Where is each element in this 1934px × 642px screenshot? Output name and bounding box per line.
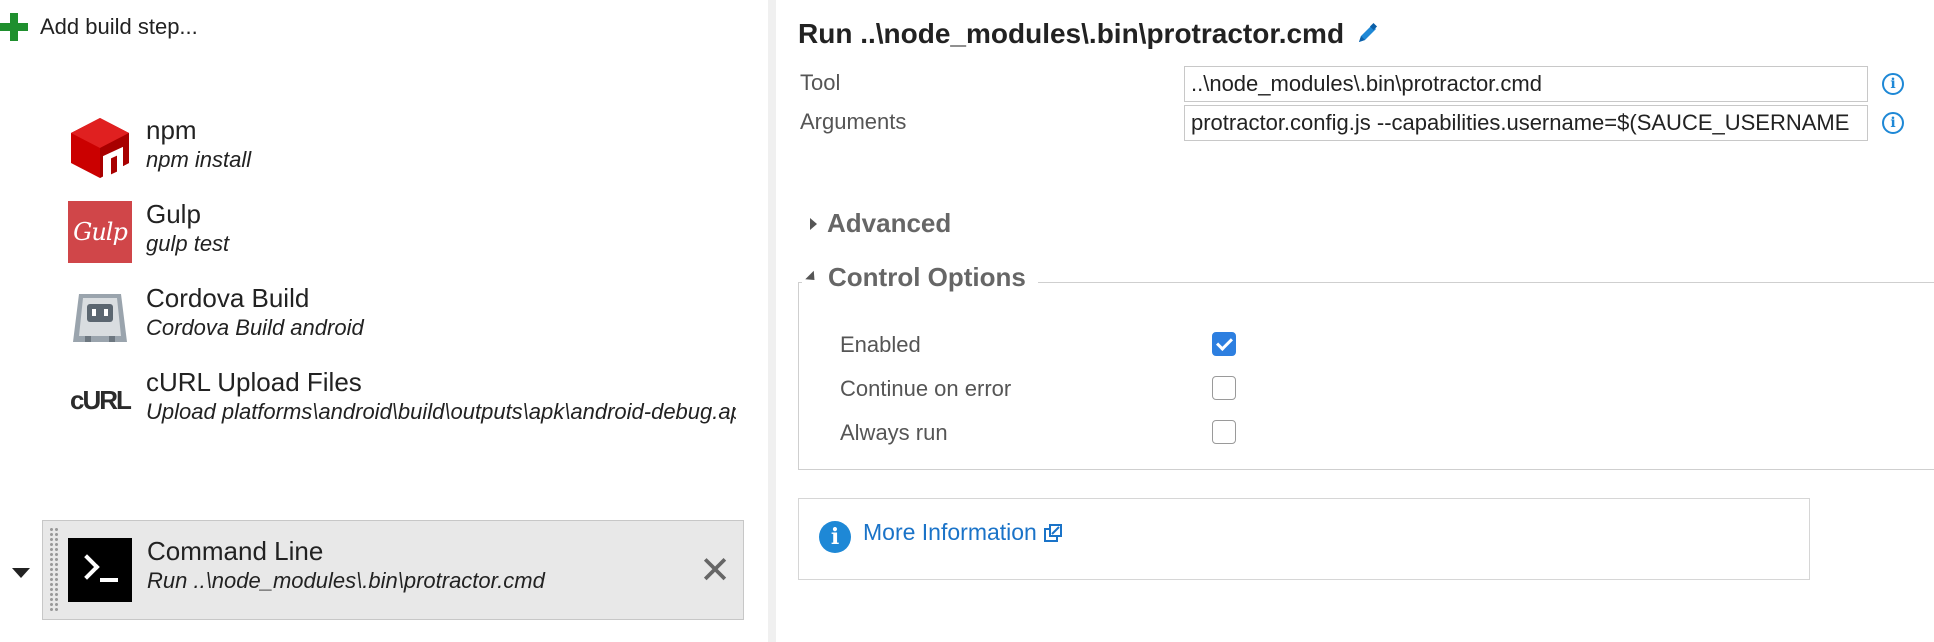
advanced-label: Advanced <box>827 208 952 238</box>
add-build-step-button[interactable]: Add build step... <box>0 12 198 42</box>
close-icon: ✕ <box>699 550 731 592</box>
arguments-row: Arguments i <box>800 105 1910 141</box>
step-details-title: Run ..\node_modules\.bin\protractor.cmd <box>798 18 1380 50</box>
curl-icon: cURL <box>68 368 132 432</box>
advanced-section-toggle[interactable]: Advanced <box>810 208 951 239</box>
info-icon[interactable]: i <box>1882 73 1904 95</box>
build-steps-panel: Add build step... npm npm install Gulp G… <box>0 0 768 642</box>
step-title: npm <box>146 115 197 145</box>
build-step-command-line[interactable]: Command Line Run ..\node_modules\.bin\pr… <box>42 520 744 620</box>
expand-arrow-icon[interactable] <box>12 568 30 578</box>
option-continue-on-error: Continue on error <box>840 374 1340 406</box>
option-enabled: Enabled <box>840 330 1340 362</box>
continue-on-error-checkbox[interactable] <box>1212 376 1236 400</box>
step-title: Cordova Build <box>146 283 310 313</box>
more-information-box: i More Information <box>798 498 1810 580</box>
step-title: cURL Upload Files <box>146 367 362 397</box>
gulp-icon: Gulp <box>68 200 132 264</box>
drag-handle[interactable] <box>49 527 59 613</box>
control-options-toggle[interactable]: Control Options <box>802 262 1038 293</box>
cordova-icon <box>68 284 132 348</box>
more-information-label: More Information <box>863 519 1037 545</box>
option-label: Continue on error <box>840 376 1012 401</box>
option-label: Enabled <box>840 332 921 357</box>
gulp-logo-text: Gulp <box>68 201 132 263</box>
collapsed-arrow-icon <box>810 217 817 230</box>
step-details-title-text: Run ..\node_modules\.bin\protractor.cmd <box>798 18 1345 49</box>
info-icon: i <box>819 521 851 553</box>
panel-divider[interactable] <box>768 0 776 642</box>
enabled-checkbox[interactable] <box>1212 332 1236 356</box>
expanded-arrow-icon <box>805 270 819 285</box>
always-run-checkbox[interactable] <box>1212 420 1236 444</box>
step-subtitle: Run ..\node_modules\.bin\protractor.cmd <box>147 568 545 593</box>
arguments-label: Arguments <box>800 109 907 134</box>
step-details-panel: Run ..\node_modules\.bin\protractor.cmd … <box>776 0 1934 642</box>
tool-input[interactable] <box>1184 66 1868 102</box>
plus-icon <box>0 13 28 41</box>
pencil-icon[interactable] <box>1354 21 1380 47</box>
terminal-icon <box>68 538 132 602</box>
control-options-label: Control Options <box>828 262 1026 292</box>
step-subtitle: Upload platforms\android\build\outputs\a… <box>146 399 736 424</box>
option-always-run: Always run <box>840 418 1340 450</box>
tool-label: Tool <box>800 70 841 95</box>
tool-row: Tool i <box>800 66 1910 102</box>
remove-step-button[interactable]: ✕ <box>697 550 733 592</box>
step-subtitle: npm install <box>146 147 252 172</box>
build-step-curl[interactable]: cURL cURL Upload Files Upload platforms\… <box>42 346 742 446</box>
add-build-step-label: Add build step... <box>40 14 198 39</box>
step-title: Command Line <box>147 536 324 566</box>
option-label: Always run <box>840 420 948 445</box>
external-link-icon <box>1043 523 1062 542</box>
arguments-input[interactable] <box>1184 105 1868 141</box>
more-information-link[interactable]: More Information <box>863 519 1063 546</box>
step-title: Gulp <box>146 199 201 229</box>
info-icon[interactable]: i <box>1882 112 1904 134</box>
step-subtitle: gulp test <box>146 231 230 256</box>
step-subtitle: Cordova Build android <box>146 315 364 340</box>
npm-icon <box>68 116 132 180</box>
curl-logo-text: cURL <box>70 384 132 415</box>
